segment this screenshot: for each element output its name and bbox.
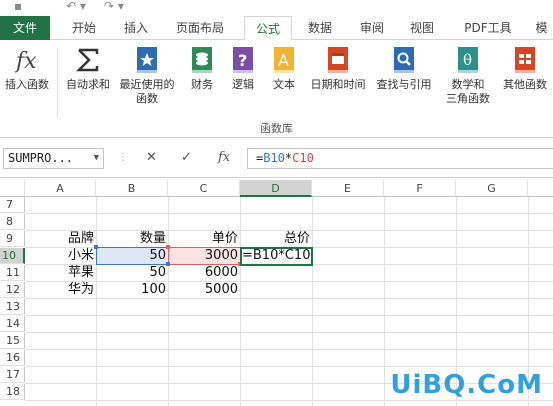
- column-header[interactable]: A: [25, 180, 96, 197]
- recently-used-button[interactable]: 最近使用的 函数: [114, 44, 180, 106]
- gridline: [384, 197, 385, 406]
- formula-input[interactable]: =B10*C10: [247, 148, 553, 169]
- drag-handle-icon[interactable]: ⋮: [118, 152, 128, 163]
- more-functions-button[interactable]: 其他函数: [498, 44, 552, 92]
- cancel-icon[interactable]: ✕: [146, 150, 157, 165]
- quick-access-toolbar: ▪ ↶ ▾ ↷ ▾: [0, 0, 553, 16]
- select-all-corner[interactable]: [0, 180, 25, 197]
- ribbon-tabs: 文件 开始 插入 页面布局 公式 数据 审阅 视图 PDF工具 模: [0, 16, 553, 41]
- tab-file[interactable]: 文件: [0, 16, 50, 40]
- cell-d9[interactable]: 总价: [240, 231, 312, 247]
- cell-d10-editing[interactable]: =B10*C10: [240, 248, 312, 264]
- gridline: [168, 197, 169, 406]
- tab-more[interactable]: 模: [530, 16, 553, 40]
- redo-icon[interactable]: ↷ ▾: [104, 0, 124, 14]
- tab-data[interactable]: 数据: [300, 16, 340, 40]
- cell-c11[interactable]: 6000: [168, 265, 240, 281]
- watermark-logo: UiBQ.CoM: [390, 370, 543, 400]
- row-header[interactable]: 16: [0, 350, 25, 366]
- insert-function-button[interactable]: fx 插入函数: [2, 44, 52, 92]
- ribbon-formulas: fx 插入函数 自动求和 最近使用的 函数 财务 ? 逻辑 A 文本 日期和时间…: [0, 40, 553, 138]
- undo-icon[interactable]: ↶ ▾: [66, 0, 86, 14]
- chevron-down-icon[interactable]: ▼: [94, 149, 99, 168]
- tab-pdf-tools[interactable]: PDF工具: [458, 16, 518, 40]
- gridline: [312, 197, 313, 406]
- lookup-reference-button[interactable]: 查找与引用: [372, 44, 436, 92]
- cell-b12[interactable]: 100: [96, 282, 168, 298]
- tab-review[interactable]: 审阅: [350, 16, 394, 40]
- tab-view[interactable]: 视图: [402, 16, 442, 40]
- gridline: [240, 197, 241, 406]
- column-header[interactable]: [528, 180, 553, 197]
- cell-a9[interactable]: 品牌: [25, 231, 96, 247]
- enter-icon[interactable]: ✓: [181, 150, 192, 165]
- financial-button[interactable]: 财务: [182, 44, 222, 92]
- row-header[interactable]: 14: [0, 316, 25, 332]
- calendar-book-icon: [328, 47, 348, 73]
- svg-text:θ: θ: [463, 51, 472, 69]
- column-header[interactable]: E: [312, 180, 384, 197]
- row-header[interactable]: 12: [0, 282, 25, 298]
- cell-b11[interactable]: 50: [96, 265, 168, 281]
- svg-text:?: ?: [238, 51, 247, 70]
- date-time-button[interactable]: 日期和时间: [306, 44, 370, 92]
- cell-b9[interactable]: 数量: [96, 231, 168, 247]
- fx-icon: fx: [14, 49, 37, 74]
- row-header[interactable]: 13: [0, 299, 25, 315]
- row-header[interactable]: 11: [0, 265, 25, 281]
- cell-c9[interactable]: 单价: [168, 231, 240, 247]
- more-book-icon: [515, 47, 535, 73]
- gridline: [25, 366, 553, 367]
- tab-insert[interactable]: 插入: [114, 16, 158, 40]
- cell-c10[interactable]: 3000: [168, 248, 240, 264]
- save-icon[interactable]: ▪: [14, 0, 22, 14]
- cell-a10[interactable]: 小米: [25, 248, 96, 264]
- svg-text:fx: fx: [14, 49, 37, 74]
- column-header[interactable]: F: [384, 180, 456, 197]
- theta-book-icon: θ: [458, 47, 478, 73]
- coins-book-icon: [192, 47, 212, 73]
- row-header[interactable]: 18: [0, 384, 25, 400]
- row-header[interactable]: 17: [0, 367, 25, 383]
- star-book-icon: [137, 47, 157, 73]
- ribbon-group-label: 函数库: [260, 122, 293, 135]
- gridline: [25, 315, 553, 316]
- formula-bar: SUMPRO... ▼ ⋮ ✕ ✓ fx =B10*C10: [0, 138, 553, 178]
- column-header-selected[interactable]: D: [240, 180, 312, 197]
- svg-text:A: A: [278, 51, 289, 70]
- cell-b10[interactable]: 50: [96, 248, 168, 264]
- text-button[interactable]: A 文本: [264, 44, 304, 92]
- insert-function-icon[interactable]: fx: [218, 150, 230, 165]
- gridline: [96, 197, 97, 406]
- cell-c12[interactable]: 5000: [168, 282, 240, 298]
- row-header[interactable]: 8: [0, 214, 25, 230]
- gridline: [25, 400, 553, 401]
- gridline: [25, 332, 553, 333]
- ribbon-separator: [57, 48, 58, 118]
- tab-formulas[interactable]: 公式: [244, 16, 292, 41]
- tab-page-layout[interactable]: 页面布局: [166, 16, 234, 40]
- gridline: [25, 349, 553, 350]
- gridline: [25, 298, 553, 299]
- question-book-icon: ?: [233, 47, 253, 73]
- row-header[interactable]: 7: [0, 197, 25, 213]
- row-header[interactable]: 9: [0, 231, 25, 247]
- logical-button[interactable]: ? 逻辑: [224, 44, 262, 92]
- cell-a11[interactable]: 苹果: [25, 265, 96, 281]
- row-header[interactable]: 15: [0, 333, 25, 349]
- magnifier-book-icon: [394, 47, 414, 73]
- column-header[interactable]: G: [456, 180, 528, 197]
- name-box[interactable]: SUMPRO... ▼: [3, 148, 104, 169]
- column-header[interactable]: B: [96, 180, 168, 197]
- sigma-icon: [75, 48, 99, 72]
- gridline: [25, 213, 553, 214]
- tab-home[interactable]: 开始: [60, 16, 108, 40]
- autosum-button[interactable]: 自动求和: [62, 44, 114, 92]
- math-trig-button[interactable]: θ 数学和 三角函数: [440, 44, 496, 106]
- letter-a-book-icon: A: [274, 47, 294, 73]
- row-header-selected[interactable]: 10: [0, 248, 25, 264]
- cell-a12[interactable]: 华为: [25, 282, 96, 298]
- column-header[interactable]: C: [168, 180, 240, 197]
